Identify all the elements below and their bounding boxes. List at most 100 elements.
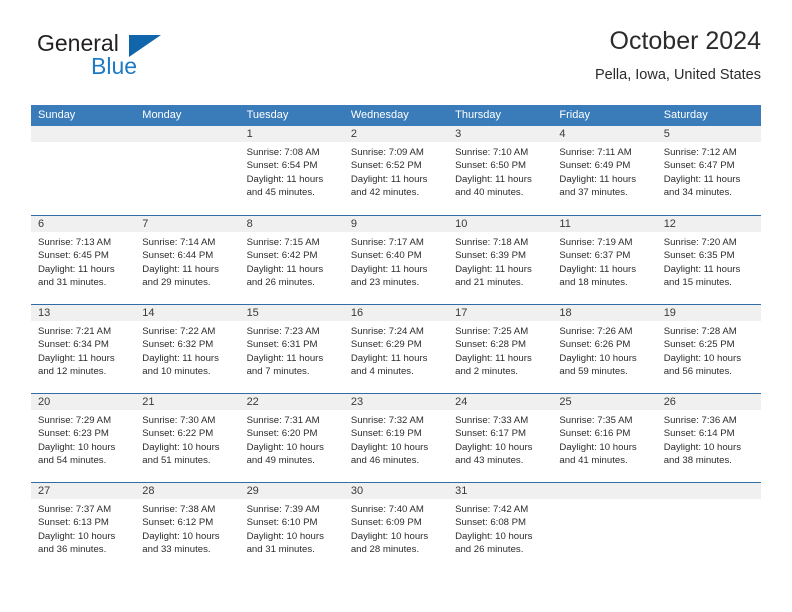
day-cell-14[interactable]: 14 Sunrise: 7:22 AM Sunset: 6:32 PM Dayligh… (135, 305, 240, 393)
day-number: 9 (343, 216, 449, 232)
day-cell-22[interactable]: 22 Sunrise: 7:31 AM Sunset: 6:20 PM Dayligh… (239, 394, 344, 482)
day-cell-19[interactable]: 19 Sunrise: 7:28 AM Sunset: 6:25 PM Dayligh… (656, 305, 761, 393)
sunset-text: Sunset: 6:28 PM (455, 339, 527, 351)
daylight-text: Daylight: 11 hours and 34 minutes. (663, 173, 741, 199)
day-cell-11[interactable]: 11 Sunrise: 7:19 AM Sunset: 6:37 PM Dayligh… (552, 216, 657, 304)
daylight-text: Daylight: 11 hours and 21 minutes. (455, 263, 532, 289)
day-number: 13 (31, 305, 136, 321)
daylight-text: Daylight: 11 hours and 18 minutes. (559, 263, 637, 289)
sunset-text: Sunset: 6:37 PM (559, 250, 631, 262)
day-cell-25[interactable]: 25 Sunrise: 7:35 AM Sunset: 6:16 PM Dayligh… (552, 394, 657, 482)
brand-logo[interactable]: General Blue (31, 26, 221, 88)
day-cell-9[interactable]: 9 Sunrise: 7:17 AM Sunset: 6:40 PM Daylight… (343, 216, 449, 304)
day-number: 20 (31, 394, 136, 410)
calendar-weeks: 1 Sunrise: 7:08 AM Sunset: 6:54 PM Daylight… (31, 126, 761, 571)
day-cell-16[interactable]: 16 Sunrise: 7:24 AM Sunset: 6:29 PM Dayligh… (343, 305, 449, 393)
day-cell-4[interactable]: 4 Sunrise: 7:11 AM Sunset: 6:49 PM Daylight… (552, 126, 657, 215)
daylight-text: Daylight: 11 hours and 40 minutes. (455, 173, 532, 199)
sunset-text: Sunset: 6:26 PM (559, 339, 631, 351)
page-title: October 2024 (609, 27, 762, 55)
day-cell-31[interactable]: 31 Sunrise: 7:42 AM Sunset: 6:08 PM Dayligh… (448, 483, 553, 571)
sunset-text: Sunset: 6:42 PM (246, 250, 318, 262)
sunset-text: Sunset: 6:13 PM (38, 517, 109, 529)
day-cell-21[interactable]: 21 Sunrise: 7:30 AM Sunset: 6:22 PM Dayligh… (135, 394, 240, 482)
calendar-week-row: 27 Sunrise: 7:37 AM Sunset: 6:13 PM Dayligh… (31, 482, 761, 571)
day-sun-info: Sunrise: 7:13 AM Sunset: 6:45 PM Daylight:… (31, 232, 135, 290)
day-cell-17[interactable]: 17 Sunrise: 7:25 AM Sunset: 6:28 PM Dayligh… (448, 305, 553, 393)
daylight-text: Daylight: 10 hours and 56 minutes. (663, 352, 742, 378)
sunset-text: Sunset: 6:52 PM (350, 160, 422, 172)
day-cell-28[interactable]: 28 Sunrise: 7:38 AM Sunset: 6:12 PM Dayligh… (135, 483, 240, 571)
day-cell-27[interactable]: 27 Sunrise: 7:37 AM Sunset: 6:13 PM Dayligh… (31, 483, 136, 571)
day-sun-info: Sunrise: 7:15 AM Sunset: 6:42 PM Daylight:… (240, 232, 344, 290)
daylight-text: Daylight: 11 hours and 15 minutes. (663, 263, 741, 289)
sunrise-text: Sunrise: 7:40 AM (350, 504, 424, 515)
calendar-week-row: 20 Sunrise: 7:29 AM Sunset: 6:23 PM Dayligh… (31, 393, 761, 482)
day-number: 4 (552, 126, 657, 142)
sunrise-text: Sunrise: 7:38 AM (142, 504, 216, 515)
day-number: 10 (448, 216, 553, 232)
sunset-text: Sunset: 6:39 PM (455, 250, 527, 262)
sunrise-text: Sunrise: 7:21 AM (38, 326, 112, 337)
day-number: 11 (552, 216, 657, 232)
day-cell-5[interactable]: 5 Sunrise: 7:12 AM Sunset: 6:47 PM Daylight… (656, 126, 761, 215)
sunrise-text: Sunrise: 7:11 AM (559, 147, 632, 158)
sunset-text: Sunset: 6:34 PM (38, 339, 109, 351)
calendar-page: General Blue October 2024 Pella, Iowa, U… (0, 0, 792, 612)
daylight-text: Daylight: 10 hours and 46 minutes. (350, 441, 429, 467)
sunset-text: Sunset: 6:54 PM (246, 160, 318, 172)
day-sun-info: Sunrise: 7:31 AM Sunset: 6:20 PM Daylight:… (240, 410, 344, 468)
sunset-text: Sunset: 6:23 PM (38, 428, 109, 440)
day-sun-info: Sunrise: 7:36 AM Sunset: 6:14 PM Daylight:… (657, 410, 761, 468)
sunrise-text: Sunrise: 7:32 AM (350, 415, 424, 426)
day-number: 8 (239, 216, 344, 232)
sunset-text: Sunset: 6:47 PM (663, 160, 735, 172)
day-sun-info: Sunrise: 7:12 AM Sunset: 6:47 PM Daylight:… (657, 142, 761, 200)
sunset-text: Sunset: 6:40 PM (350, 250, 422, 262)
day-cell-13[interactable]: 13 Sunrise: 7:21 AM Sunset: 6:34 PM Dayligh… (31, 305, 136, 393)
day-cell-24[interactable]: 24 Sunrise: 7:33 AM Sunset: 6:17 PM Dayligh… (448, 394, 553, 482)
sunset-text: Sunset: 6:50 PM (455, 160, 527, 172)
day-number: 26 (656, 394, 761, 410)
day-cell-29[interactable]: 29 Sunrise: 7:39 AM Sunset: 6:10 PM Dayligh… (239, 483, 344, 571)
sunset-text: Sunset: 6:44 PM (142, 250, 214, 262)
sunrise-text: Sunrise: 7:17 AM (350, 237, 424, 248)
sunrise-text: Sunrise: 7:22 AM (142, 326, 216, 337)
daylight-text: Daylight: 10 hours and 38 minutes. (663, 441, 742, 467)
day-cell-10[interactable]: 10 Sunrise: 7:18 AM Sunset: 6:39 PM Dayligh… (448, 216, 553, 304)
sunset-text: Sunset: 6:14 PM (663, 428, 735, 440)
sunrise-text: Sunrise: 7:12 AM (663, 147, 737, 158)
day-cell-6[interactable]: 6 Sunrise: 7:13 AM Sunset: 6:45 PM Daylight… (31, 216, 136, 304)
daylight-text: Daylight: 10 hours and 51 minutes. (142, 441, 220, 467)
day-cell-20[interactable]: 20 Sunrise: 7:29 AM Sunset: 6:23 PM Dayligh… (31, 394, 136, 482)
day-cell-1[interactable]: 1 Sunrise: 7:08 AM Sunset: 6:54 PM Daylight… (239, 126, 344, 215)
day-cell-2[interactable]: 2 Sunrise: 7:09 AM Sunset: 6:52 PM Daylight… (343, 126, 449, 215)
daylight-text: Daylight: 11 hours and 37 minutes. (559, 173, 637, 199)
daylight-text: Daylight: 10 hours and 33 minutes. (142, 530, 220, 556)
page-header: General Blue October 2024 Pella, Iowa, U… (31, 26, 761, 98)
day-sun-info: Sunrise: 7:32 AM Sunset: 6:19 PM Daylight:… (344, 410, 448, 468)
day-number: 2 (343, 126, 449, 142)
day-cell-26[interactable]: 26 Sunrise: 7:36 AM Sunset: 6:14 PM Dayligh… (656, 394, 761, 482)
day-number: 6 (31, 216, 136, 232)
day-cell-empty (552, 483, 657, 571)
day-number: 21 (135, 394, 240, 410)
day-cell-7[interactable]: 7 Sunrise: 7:14 AM Sunset: 6:44 PM Daylight… (135, 216, 240, 304)
sunset-text: Sunset: 6:29 PM (350, 339, 422, 351)
sunrise-text: Sunrise: 7:26 AM (559, 326, 633, 337)
day-cell-8[interactable]: 8 Sunrise: 7:15 AM Sunset: 6:42 PM Daylight… (239, 216, 344, 304)
day-cell-18[interactable]: 18 Sunrise: 7:26 AM Sunset: 6:26 PM Dayligh… (552, 305, 657, 393)
sunrise-text: Sunrise: 7:33 AM (455, 415, 529, 426)
day-cell-15[interactable]: 15 Sunrise: 7:23 AM Sunset: 6:31 PM Dayligh… (239, 305, 344, 393)
daylight-text: Daylight: 11 hours and 23 minutes. (350, 263, 428, 289)
day-cell-23[interactable]: 23 Sunrise: 7:32 AM Sunset: 6:19 PM Dayligh… (343, 394, 449, 482)
daylight-text: Daylight: 11 hours and 2 minutes. (455, 352, 532, 378)
day-cell-12[interactable]: 12 Sunrise: 7:20 AM Sunset: 6:35 PM Dayligh… (656, 216, 761, 304)
sunset-text: Sunset: 6:31 PM (246, 339, 318, 351)
day-sun-info: Sunrise: 7:29 AM Sunset: 6:23 PM Daylight:… (31, 410, 135, 468)
day-number: 24 (448, 394, 553, 410)
sunrise-text: Sunrise: 7:25 AM (455, 326, 529, 337)
day-cell-30[interactable]: 30 Sunrise: 7:40 AM Sunset: 6:09 PM Dayligh… (343, 483, 449, 571)
day-cell-3[interactable]: 3 Sunrise: 7:10 AM Sunset: 6:50 PM Daylight… (448, 126, 553, 215)
day-sun-info: Sunrise: 7:19 AM Sunset: 6:37 PM Daylight:… (552, 232, 656, 290)
